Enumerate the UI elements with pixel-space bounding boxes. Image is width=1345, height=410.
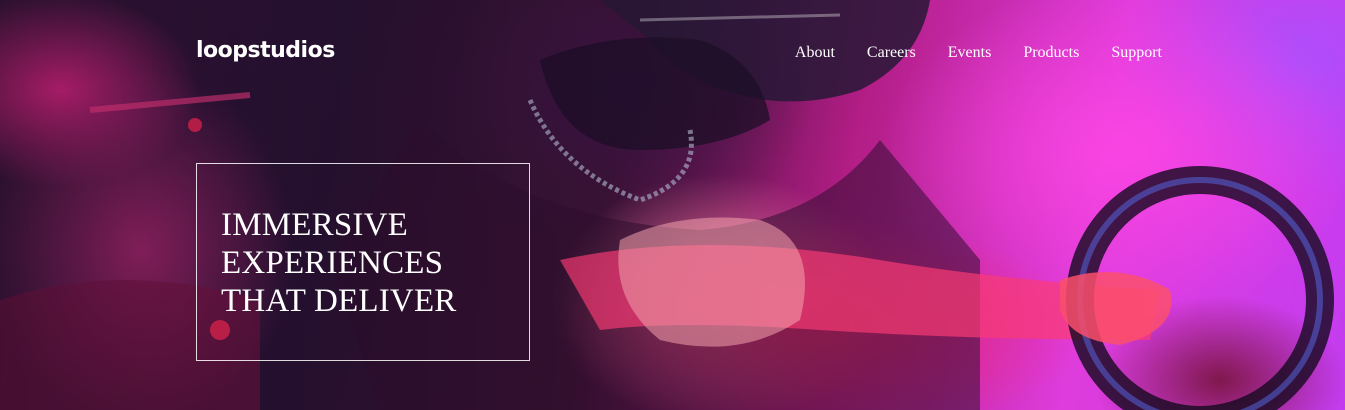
hero-headline: IMMERSIVE EXPERIENCES THAT DELIVER bbox=[221, 206, 457, 320]
nav-link-products[interactable]: Products bbox=[1023, 44, 1079, 62]
hero-section: loopstudios About Careers Events Product… bbox=[0, 0, 1345, 410]
nav-link-about[interactable]: About bbox=[795, 44, 835, 62]
headline-box: IMMERSIVE EXPERIENCES THAT DELIVER bbox=[196, 163, 530, 361]
headline-line-1: IMMERSIVE bbox=[221, 207, 408, 243]
nav-link-events[interactable]: Events bbox=[948, 44, 992, 62]
main-nav: About Careers Events Products Support bbox=[795, 44, 1162, 62]
nav-link-careers[interactable]: Careers bbox=[867, 44, 916, 62]
headline-line-2: EXPERIENCES bbox=[221, 245, 444, 281]
nav-link-support[interactable]: Support bbox=[1111, 44, 1162, 62]
brand-logo[interactable]: loopstudios bbox=[196, 38, 335, 63]
headline-line-3: THAT DELIVER bbox=[221, 283, 457, 319]
